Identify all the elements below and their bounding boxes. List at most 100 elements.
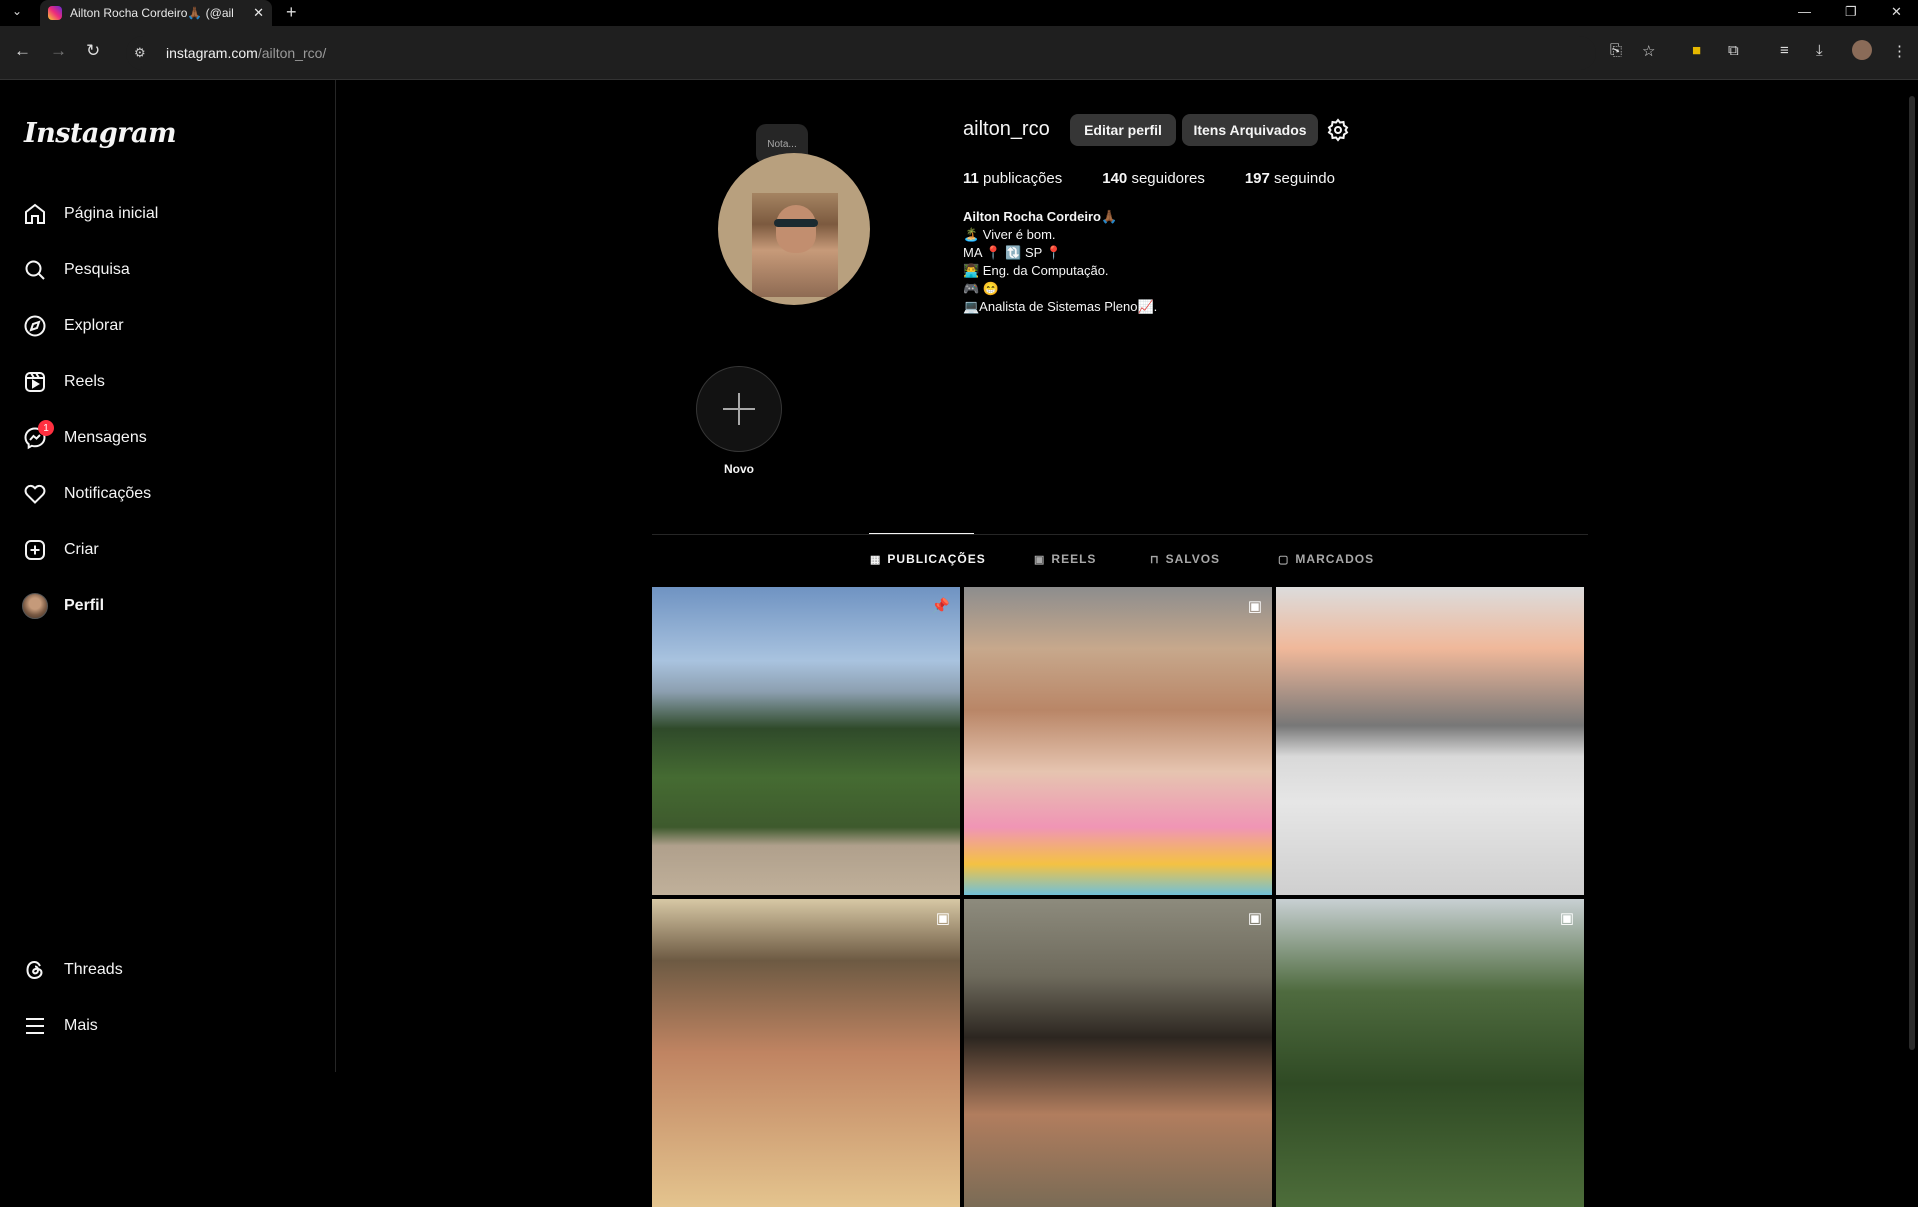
- tab-saved[interactable]: ⊓ SALVOS: [1150, 552, 1220, 566]
- post-tile[interactable]: ▣: [964, 587, 1272, 895]
- bookmark-star-icon[interactable]: ☆: [1642, 42, 1655, 60]
- reel-icon: ▣: [1247, 598, 1262, 615]
- nav-more[interactable]: Mais: [22, 1006, 98, 1046]
- profile-username: ailton_rco: [963, 118, 1050, 140]
- nav-explore[interactable]: Explorar: [22, 306, 124, 346]
- settings-gear-icon[interactable]: [1326, 118, 1350, 142]
- tab-tagged[interactable]: ▢ MARCADOS: [1278, 552, 1374, 566]
- bio-line: MA 📍 🔃 SP 📍: [963, 245, 1062, 260]
- browser-tab[interactable]: Ailton Rocha Cordeiro🙏🏾 (@ail ✕: [40, 0, 272, 26]
- nav-threads[interactable]: Threads: [22, 950, 123, 990]
- following-stat[interactable]: 197 seguindo: [1245, 170, 1335, 187]
- archived-items-button[interactable]: Itens Arquivados: [1182, 114, 1318, 146]
- bio-line: 👨‍💻 Eng. da Computação.: [963, 263, 1109, 278]
- threads-icon: [22, 957, 48, 983]
- followers-stat[interactable]: 140 seguidores: [1102, 170, 1205, 187]
- reel-icon: ▣: [935, 910, 950, 927]
- scrollbar-thumb[interactable]: [1909, 96, 1915, 1050]
- nav-label: Criar: [64, 541, 99, 558]
- reels-icon: ▣: [1034, 553, 1046, 566]
- post-tile[interactable]: ▣: [1276, 899, 1584, 1207]
- profile-stats: 11 publicações 140 seguidores 197 seguin…: [963, 170, 1375, 187]
- close-window-icon[interactable]: ✕: [1891, 4, 1902, 20]
- media-control-icon[interactable]: ≡: [1780, 42, 1789, 59]
- search-icon: [22, 257, 48, 283]
- forward-icon[interactable]: →: [50, 41, 67, 61]
- nav-create[interactable]: Criar: [22, 530, 99, 570]
- nav-label: Notificações: [64, 485, 152, 502]
- grid-icon: ▦: [870, 553, 882, 566]
- followers-count: 140: [1102, 170, 1128, 187]
- extension-icon[interactable]: ■: [1692, 42, 1701, 59]
- nav-label: Pesquisa: [64, 261, 130, 278]
- instagram-sidebar: Instagram Página inicial Pesquisa Explor…: [0, 80, 336, 1072]
- install-app-icon[interactable]: ⎘: [1610, 42, 1622, 59]
- nav-reels[interactable]: Reels: [22, 362, 105, 402]
- tab-label: REELS: [1051, 552, 1097, 566]
- posts-stat: 11 publicações: [963, 170, 1062, 187]
- menu-icon: [22, 1013, 48, 1039]
- pin-icon: 📌: [931, 598, 950, 615]
- following-label: seguindo: [1274, 170, 1335, 187]
- tab-posts[interactable]: ▦ PUBLICAÇÕES: [870, 552, 986, 566]
- nav-home[interactable]: Página inicial: [22, 194, 158, 234]
- tab-label: PUBLICAÇÕES: [887, 552, 986, 566]
- bookmark-icon: ⊓: [1150, 553, 1160, 566]
- url-path: /ailton_rco/: [257, 45, 327, 61]
- avatar-wrap: [22, 593, 48, 619]
- post-tile[interactable]: 📌: [652, 587, 960, 895]
- profile-bio: Ailton Rocha Cordeiro🙏🏾 🏝️ Viver é bom. …: [963, 208, 1157, 316]
- nav-profile[interactable]: Perfil: [22, 586, 104, 626]
- tab-label: MARCADOS: [1295, 552, 1375, 566]
- bio-full-name: Ailton Rocha Cordeiro🙏🏾: [963, 209, 1118, 224]
- edit-profile-button[interactable]: Editar perfil: [1070, 114, 1176, 146]
- close-tab-icon[interactable]: ✕: [253, 5, 264, 21]
- plus-square-icon: [22, 537, 48, 563]
- bio-line: 🏝️ Viver é bom.: [963, 227, 1056, 242]
- active-tab-indicator: [869, 533, 974, 534]
- tab-list-chevron-icon[interactable]: ⌄: [12, 4, 22, 18]
- url-host: instagram.com: [166, 45, 258, 61]
- tabs-divider: [652, 534, 1588, 535]
- nav-label: Explorar: [64, 317, 124, 334]
- extensions-puzzle-icon[interactable]: ⧉: [1728, 42, 1739, 59]
- posts-label: publicações: [983, 170, 1063, 187]
- browser-menu-icon[interactable]: ⋮: [1892, 42, 1907, 60]
- new-tab-icon[interactable]: +: [286, 2, 297, 23]
- nav-label: Perfil: [64, 597, 105, 614]
- bio-line: 💻Analista de Sistemas Pleno📈.: [963, 299, 1158, 314]
- browser-toolbar: ← → ↻ ⚙ instagram.com/ailton_rco/ ⎘ ☆ ■ …: [0, 26, 1918, 80]
- following-count: 197: [1244, 170, 1270, 187]
- bio-line: 🎮 😁: [963, 281, 999, 296]
- download-icon[interactable]: ⤓: [1816, 42, 1823, 59]
- home-icon: [22, 201, 48, 227]
- address-bar[interactable]: ⚙ instagram.com/ailton_rco/: [126, 36, 1596, 70]
- reload-icon[interactable]: ↻: [86, 41, 100, 61]
- site-info-icon[interactable]: ⚙: [134, 45, 150, 61]
- nav-label: Página inicial: [64, 205, 159, 222]
- browser-profile-avatar[interactable]: [1852, 40, 1872, 60]
- nav-label: Reels: [64, 373, 105, 390]
- plus-icon: [723, 393, 755, 425]
- nav-search[interactable]: Pesquisa: [22, 250, 130, 290]
- messages-badge: 1: [38, 420, 54, 436]
- nav-messages[interactable]: 1 Mensagens: [22, 418, 147, 458]
- nav-notifications[interactable]: Notificações: [22, 474, 151, 514]
- profile-photo-glasses: [774, 219, 818, 227]
- post-tile[interactable]: [1276, 587, 1584, 895]
- post-tile[interactable]: ▣: [964, 899, 1272, 1207]
- profile-photo-face: [776, 205, 816, 253]
- post-tile[interactable]: ▣: [652, 899, 960, 1207]
- new-highlight-button[interactable]: [696, 366, 782, 452]
- instagram-favicon-icon: [48, 6, 62, 20]
- browser-tab-bar: ⌄ Ailton Rocha Cordeiro🙏🏾 (@ail ✕ + — ❐ …: [0, 0, 1918, 26]
- tagged-icon: ▢: [1278, 553, 1290, 566]
- minimize-icon[interactable]: —: [1798, 4, 1811, 19]
- restore-icon[interactable]: ❐: [1845, 4, 1857, 20]
- messenger-icon: 1: [22, 420, 54, 451]
- profile-picture[interactable]: [718, 153, 870, 305]
- heart-icon: [22, 481, 48, 507]
- tab-reels[interactable]: ▣ REELS: [1034, 552, 1096, 566]
- instagram-logo[interactable]: Instagram: [24, 118, 177, 149]
- back-icon[interactable]: ←: [14, 41, 31, 61]
